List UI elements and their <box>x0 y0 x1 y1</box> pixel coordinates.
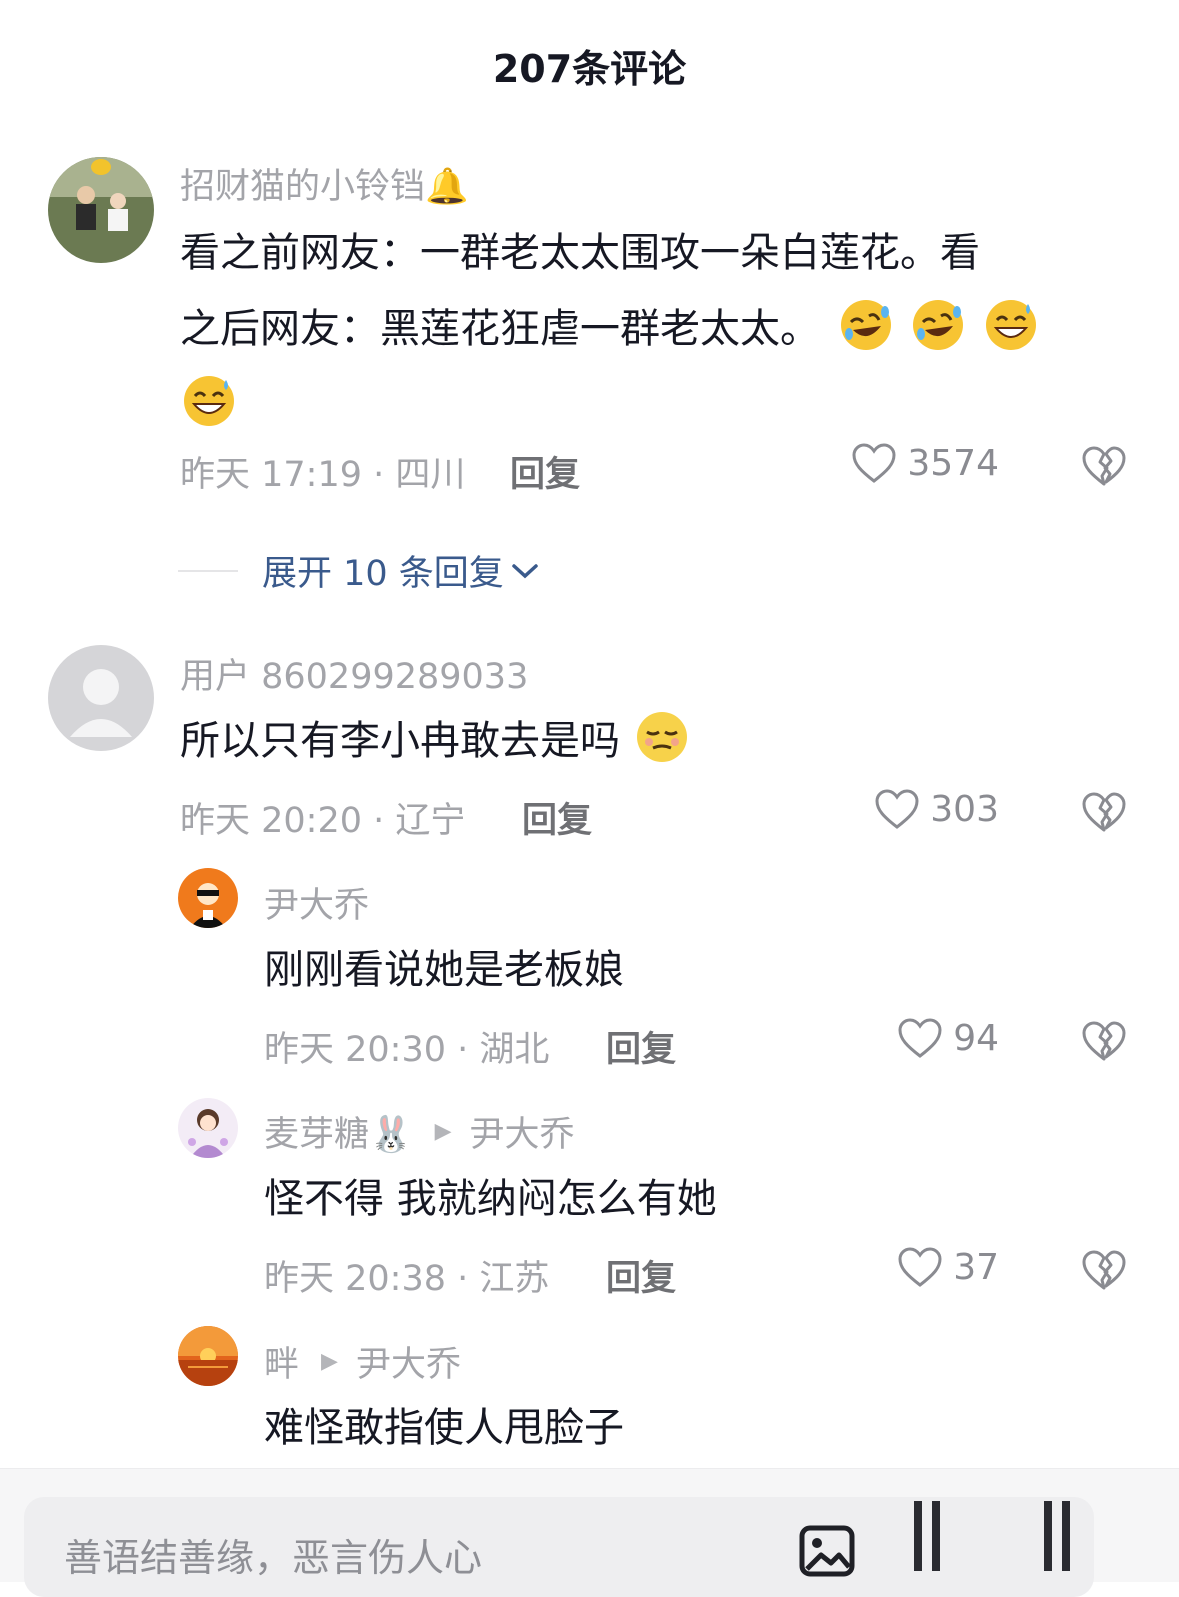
avatar[interactable] <box>178 868 238 928</box>
image-icon[interactable] <box>799 1525 855 1577</box>
reply-text: 刚刚看说她是老板娘 <box>264 947 624 993</box>
emoji-button-icon[interactable] <box>914 1501 940 1571</box>
reply-button[interactable]: 回复 <box>606 1250 676 1301</box>
broken-heart-icon <box>1082 1250 1126 1290</box>
comment-meta: 昨天 20:38 · 江苏 <box>264 1259 550 1299</box>
avatar[interactable] <box>48 645 154 751</box>
username-line: 麦芽糖🐰 ▶ 尹大乔 <box>264 1106 575 1157</box>
broken-heart-icon <box>1082 446 1126 486</box>
heart-icon <box>898 1018 942 1058</box>
expand-replies-label: 展开 10 条回复 <box>262 554 504 594</box>
heart-icon <box>875 789 919 829</box>
comment-meta: 昨天 20:30 · 湖北 <box>264 1030 550 1070</box>
laughing-rolling-emoji-icon <box>840 300 891 350</box>
comment-meta: 昨天 20:20 · 辽宁 <box>180 801 466 841</box>
comment-text-span: 所以只有李小冉敢去是吗 <box>180 718 620 764</box>
dislike-button[interactable] <box>1081 1248 1127 1292</box>
username[interactable]: 尹大乔 <box>264 877 369 928</box>
comment-text-line: 之后网友：黑莲花狂虐一群老太太。 <box>180 291 1120 367</box>
comment-meta: 昨天 17:19 · 四川 <box>180 455 466 495</box>
at-button-icon[interactable] <box>1044 1501 1070 1571</box>
username-line: 畔 ▶ 尹大乔 <box>264 1336 461 1387</box>
avatar[interactable] <box>178 1098 238 1158</box>
heart-icon <box>852 443 896 483</box>
like-count: 94 <box>953 1017 999 1059</box>
reply-to-username[interactable]: 尹大乔 <box>356 1336 461 1387</box>
comment-text: 看之前网友：一群老太太围攻一朵白莲花。看 之后网友：黑莲花狂虐一群老太太。 <box>180 215 1120 443</box>
comment-input[interactable]: 善语结善缘，恶言伤人心 <box>24 1497 1094 1597</box>
input-placeholder: 善语结善缘，恶言伤人心 <box>64 1536 483 1580</box>
broken-heart-icon <box>1082 1021 1126 1061</box>
comment-text: 所以只有李小冉敢去是吗 <box>180 703 1120 779</box>
dislike-button[interactable] <box>1081 790 1127 834</box>
play-arrow-icon: ▶ <box>434 1119 452 1144</box>
grinning-sweat-emoji-icon <box>184 376 234 426</box>
broken-heart-icon <box>1082 792 1126 832</box>
like-button[interactable]: 303 <box>874 788 999 830</box>
comment-text-line: 看之前网友：一群老太太围攻一朵白莲花。看 <box>180 230 980 276</box>
comment-text-line <box>180 367 1120 443</box>
like-count: 37 <box>953 1246 999 1288</box>
username[interactable]: 招财猫的小铃铛🔔 <box>180 158 469 209</box>
reply-to-username[interactable]: 尹大乔 <box>470 1106 575 1157</box>
reply-text: 难怪敢指使人甩脸子 <box>264 1405 624 1451</box>
username[interactable]: 麦芽糖🐰 <box>264 1106 413 1157</box>
page-title: 207条评论 <box>492 47 687 91</box>
dislike-button[interactable] <box>1081 444 1127 488</box>
chevron-down-icon <box>512 563 538 578</box>
default-user-icon <box>48 645 154 751</box>
like-count: 303 <box>930 788 999 830</box>
avatar[interactable] <box>48 157 154 263</box>
laughing-rolling-emoji-icon <box>913 300 964 350</box>
reply-button[interactable]: 回复 <box>522 792 592 843</box>
avatar-photo-icon <box>48 157 154 263</box>
grinning-sweat-emoji-icon <box>986 300 1037 350</box>
like-button[interactable]: 37 <box>897 1246 999 1288</box>
username[interactable]: 畔 <box>264 1336 299 1387</box>
reply-text: 怪不得 我就纳闷怎么有她 <box>264 1176 717 1222</box>
avatar-girl-icon <box>178 1098 238 1158</box>
relieved-face-emoji-icon <box>636 712 687 762</box>
heart-icon <box>898 1247 942 1287</box>
like-button[interactable]: 3574 <box>851 442 999 484</box>
comment-text-span: 之后网友：黑莲花狂虐一群老太太。 <box>180 306 820 352</box>
avatar[interactable] <box>178 1326 238 1386</box>
comment-input-bar: 善语结善缘，恶言伤人心 <box>0 1468 1179 1597</box>
play-arrow-icon: ▶ <box>321 1349 338 1374</box>
like-button[interactable]: 94 <box>897 1017 999 1059</box>
avatar-sunset-icon <box>178 1326 238 1386</box>
divider <box>178 569 238 572</box>
like-count: 3574 <box>907 442 999 484</box>
reply-button[interactable]: 回复 <box>606 1021 676 1072</box>
dislike-button[interactable] <box>1081 1019 1127 1063</box>
expand-replies-button[interactable]: 展开 10 条回复 <box>178 545 540 596</box>
avatar-cartoon-icon <box>178 868 238 928</box>
reply-button[interactable]: 回复 <box>510 446 580 497</box>
username[interactable]: 用户 860299289033 <box>180 648 528 699</box>
